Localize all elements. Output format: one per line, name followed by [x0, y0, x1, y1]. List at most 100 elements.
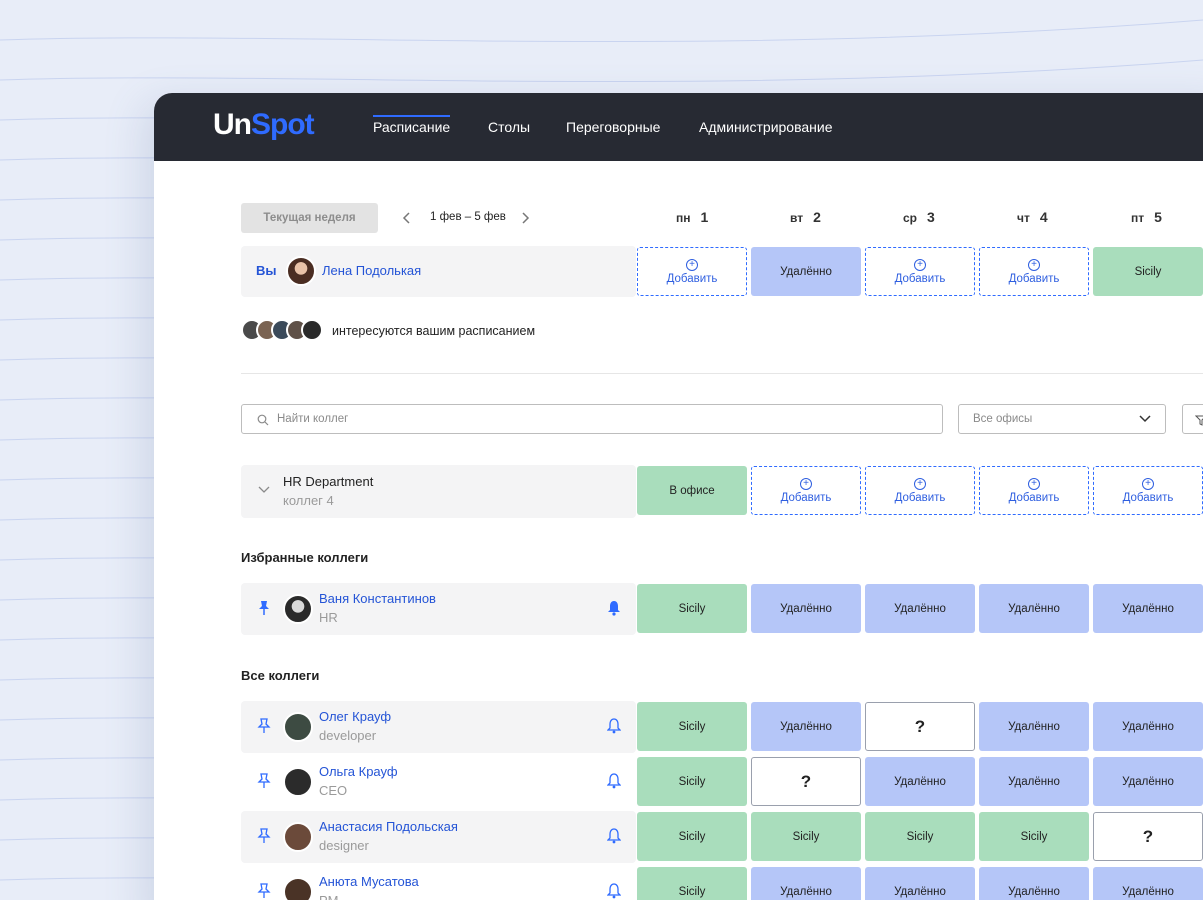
day-header-wed: ср 3 [903, 209, 935, 225]
add-schedule-button[interactable]: + Добавить [865, 247, 975, 296]
bell-icon[interactable] [607, 828, 621, 844]
cell-label: Sicily [1134, 265, 1162, 278]
add-schedule-button[interactable]: + Добавить [865, 466, 975, 515]
plus-circle-icon: + [914, 258, 926, 271]
remote-status-cell[interactable]: Удалённо [1093, 584, 1203, 633]
day-header-tue: вт 2 [790, 209, 821, 225]
remote-status-cell[interactable]: Удалённо [979, 702, 1089, 751]
avatar [283, 712, 313, 742]
bell-icon[interactable] [607, 718, 621, 734]
filter-icon [1195, 415, 1203, 426]
nav-desks[interactable]: Столы [488, 119, 530, 135]
pin-filled-icon[interactable] [257, 600, 271, 616]
all-colleagues-title: Все коллеги [241, 668, 320, 683]
unknown-status-cell[interactable]: ? [1093, 812, 1203, 861]
office-status-cell[interactable]: Sicily [637, 757, 747, 806]
bell-icon[interactable] [607, 773, 621, 789]
office-status-cell[interactable]: Sicily [637, 584, 747, 633]
colleague-role: designer [319, 838, 369, 853]
avatar [301, 319, 323, 341]
pin-icon[interactable] [257, 718, 271, 734]
office-filter-select[interactable]: Все офисы [958, 404, 1166, 434]
search-placeholder: Найти коллег [277, 413, 349, 425]
colleague-name[interactable]: Ольга Крауф [319, 764, 398, 779]
day-number: 3 [927, 209, 935, 225]
remote-status-cell[interactable]: Удалённо [979, 584, 1089, 633]
day-name: чт [1017, 211, 1030, 225]
add-schedule-button[interactable]: + Добавить [637, 247, 747, 296]
logo-text-spot: Spot [251, 108, 315, 141]
unknown-status-cell[interactable]: ? [865, 702, 975, 751]
office-status-cell[interactable]: Sicily [979, 812, 1089, 861]
unspot-logo[interactable]: UnSpot [213, 108, 315, 142]
bell-icon[interactable] [607, 883, 621, 899]
my-name[interactable]: Лена Подолькая [322, 263, 421, 278]
top-navigation-bar: UnSpot Расписание Столы Переговорные Адм… [154, 93, 1203, 161]
favorites-title: Избранные коллеги [241, 550, 369, 565]
remote-status-cell[interactable]: Удалённо [979, 757, 1089, 806]
cell-label: Sicily [678, 602, 706, 615]
cell-label: Добавить [780, 491, 832, 504]
remote-status-cell[interactable]: Удалённо [1093, 702, 1203, 751]
office-status-cell[interactable]: Sicily [637, 867, 747, 900]
cell-label: Удалённо [1122, 885, 1174, 898]
bell-filled-icon[interactable] [607, 600, 621, 616]
cell-label: Sicily [906, 830, 934, 843]
filter-button[interactable] [1182, 404, 1203, 434]
remote-status-cell[interactable]: Удалённо [751, 867, 861, 900]
chevron-left-icon[interactable] [402, 211, 412, 225]
unknown-status-cell[interactable]: ? [751, 757, 861, 806]
remote-status-cell[interactable]: Удалённо [865, 757, 975, 806]
nav-schedule[interactable]: Расписание [373, 115, 451, 135]
day-number: 1 [700, 209, 709, 225]
office-status-cell[interactable]: Sicily [865, 812, 975, 861]
add-schedule-button[interactable]: + Добавить [979, 466, 1089, 515]
day-name: пн [676, 211, 691, 225]
add-schedule-button[interactable]: + Добавить [751, 466, 861, 515]
cell-label: Удалённо [894, 602, 946, 615]
remote-status-cell[interactable]: Удалённо [865, 584, 975, 633]
add-schedule-button[interactable]: + Добавить [979, 247, 1089, 296]
cell-label: Удалённо [1008, 775, 1060, 788]
colleague-name[interactable]: Олег Крауф [319, 709, 391, 724]
cell-label: Удалённо [1008, 885, 1060, 898]
nav-administration[interactable]: Администрирование [699, 119, 833, 135]
cell-label: Добавить [666, 272, 718, 285]
remote-status-cell[interactable]: Удалённо [979, 867, 1089, 900]
nav-meeting-rooms[interactable]: Переговорные [566, 119, 660, 135]
search-input[interactable]: Найти коллег [241, 404, 943, 434]
office-status-cell[interactable]: Sicily [1093, 247, 1203, 296]
colleague-name[interactable]: Анастасия Подольская [319, 819, 458, 834]
colleague-name[interactable]: Ваня Константинов [319, 591, 436, 606]
cell-label: Удалённо [894, 885, 946, 898]
chevron-down-icon[interactable] [258, 486, 270, 494]
cell-label: Добавить [1008, 491, 1060, 504]
add-schedule-button[interactable]: + Добавить [1093, 466, 1203, 515]
pin-icon[interactable] [257, 883, 271, 899]
cell-label: Удалённо [894, 775, 946, 788]
remote-status-cell[interactable]: Удалённо [865, 867, 975, 900]
office-status-cell[interactable]: Sicily [637, 812, 747, 861]
current-week-button[interactable]: Текущая неделя [241, 203, 378, 233]
chevron-right-icon[interactable] [520, 211, 530, 225]
cell-label: Sicily [678, 830, 706, 843]
pin-icon[interactable] [257, 828, 271, 844]
remote-status-cell[interactable]: Удалённо [1093, 757, 1203, 806]
office-status-cell[interactable]: Sicily [751, 812, 861, 861]
pin-icon[interactable] [257, 773, 271, 789]
department-name: HR Department [283, 474, 374, 489]
cell-label: ? [914, 716, 926, 736]
avatar [283, 877, 313, 900]
office-status-cell[interactable]: Sicily [637, 702, 747, 751]
remote-status-cell[interactable]: Удалённо [1093, 867, 1203, 900]
day-header-thu: чт 4 [1017, 209, 1048, 225]
remote-status-cell[interactable]: Удалённо [751, 702, 861, 751]
colleague-role: PM [319, 893, 339, 900]
colleague-name[interactable]: Анюта Мусатова [319, 874, 419, 889]
department-row[interactable] [241, 465, 636, 518]
office-status-cell[interactable]: В офисе [637, 466, 747, 515]
remote-status-cell[interactable]: Удалённо [751, 584, 861, 633]
remote-status-cell[interactable]: Удалённо [751, 247, 861, 296]
day-name: пт [1131, 211, 1145, 225]
colleague-role: CEO [319, 783, 348, 798]
